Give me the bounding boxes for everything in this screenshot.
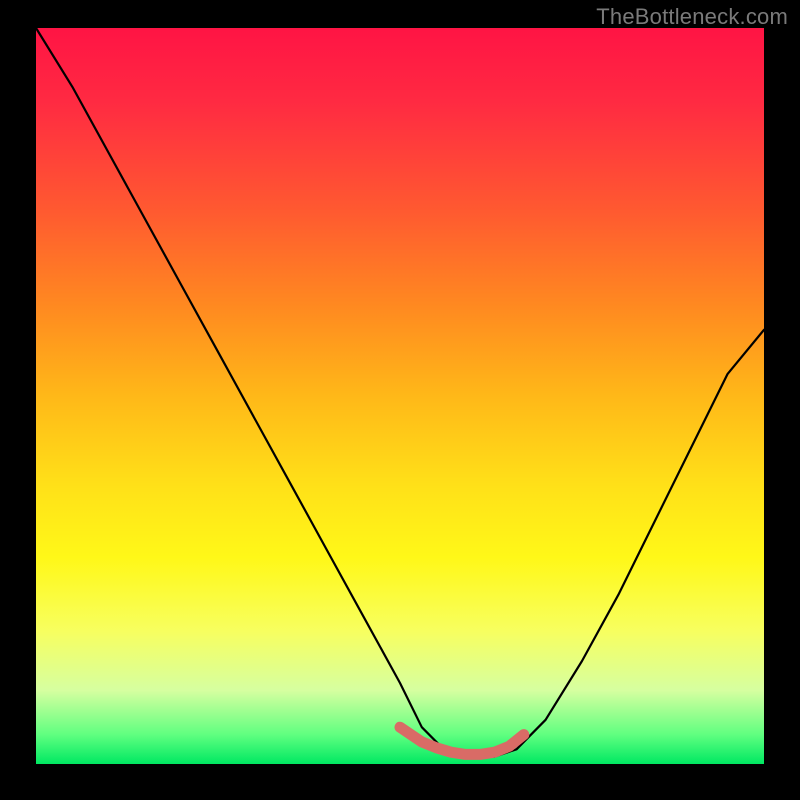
curve-svg bbox=[36, 28, 764, 764]
bottleneck-curve bbox=[36, 28, 764, 757]
highlight-flat-region bbox=[400, 727, 524, 754]
chart-frame: TheBottleneck.com bbox=[0, 0, 800, 800]
watermark-text: TheBottleneck.com bbox=[596, 4, 788, 30]
plot-area bbox=[36, 28, 764, 764]
